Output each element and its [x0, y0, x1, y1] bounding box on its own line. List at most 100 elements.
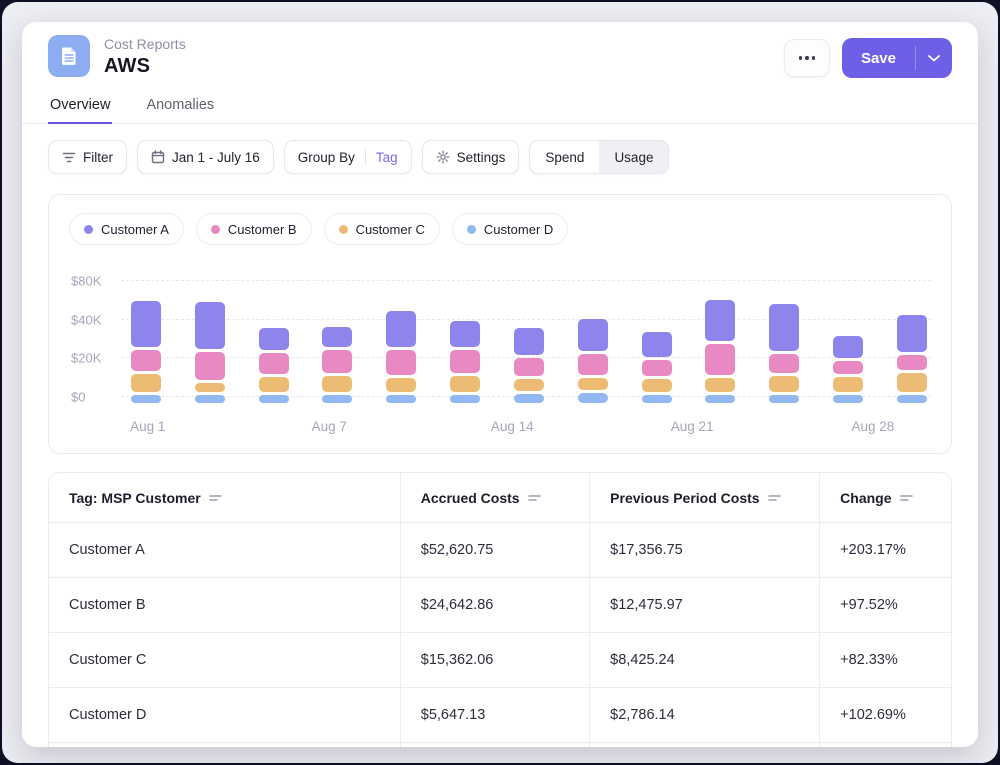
bar-segment-customer-c[interactable]	[131, 374, 161, 392]
chevron-down-icon	[928, 55, 940, 62]
bar-segment-customer-a[interactable]	[514, 328, 544, 355]
bar-segment-customer-b[interactable]	[259, 353, 289, 374]
bar-segment-customer-b[interactable]	[386, 350, 416, 375]
bar-segment-customer-b[interactable]	[769, 354, 799, 373]
date-range-button[interactable]: Jan 1 - July 16	[137, 140, 274, 174]
gear-icon	[436, 150, 450, 164]
bar-segment-customer-d[interactable]	[514, 394, 544, 403]
bar-segment-customer-b[interactable]	[450, 350, 480, 373]
cell-previous: $12,475.97	[590, 578, 820, 633]
group-by-button[interactable]: Group By Tag	[284, 140, 412, 174]
bar-segment-customer-d[interactable]	[259, 395, 289, 403]
bar-segment-customer-c[interactable]	[897, 373, 927, 392]
bar-segment-customer-a[interactable]	[259, 328, 289, 350]
bar-segment-customer-a[interactable]	[195, 302, 225, 349]
tab-overview[interactable]: Overview	[48, 91, 112, 124]
bar-segment-customer-b[interactable]	[705, 344, 735, 375]
spend-usage-toggle: Spend Usage	[529, 140, 669, 174]
cell-change: +203.17%	[820, 523, 951, 578]
bar-segment-customer-c[interactable]	[322, 376, 352, 392]
chart-bar	[386, 311, 416, 403]
plot-area	[121, 269, 931, 403]
bar-segment-customer-a[interactable]	[578, 319, 608, 351]
bar-segment-customer-b[interactable]	[833, 361, 863, 374]
bar-segment-customer-d[interactable]	[705, 395, 735, 403]
column-header-previous-period-costs[interactable]: Previous Period Costs	[590, 473, 820, 523]
bar-segment-customer-c[interactable]	[386, 378, 416, 392]
title-block: Cost Reports AWS	[104, 35, 186, 79]
bar-segment-customer-c[interactable]	[514, 379, 544, 391]
table-body: Customer A$52,620.75$17,356.75+203.17%Cu…	[49, 523, 951, 747]
header-actions: Save	[784, 35, 952, 78]
cell-accrued: $5,647.13	[401, 688, 590, 743]
table-row-customer-b[interactable]: Customer B$24,642.86$12,475.97+97.52%	[49, 578, 951, 633]
save-dropdown-button[interactable]	[916, 38, 952, 78]
table-row-empty	[49, 743, 951, 747]
table-row-customer-c[interactable]: Customer C$15,362.06$8,425.24+82.33%	[49, 633, 951, 688]
bar-segment-customer-a[interactable]	[897, 315, 927, 352]
table-row-customer-a[interactable]: Customer A$52,620.75$17,356.75+203.17%	[49, 523, 951, 578]
bar-segment-customer-d[interactable]	[897, 395, 927, 403]
bar-segment-customer-a[interactable]	[131, 301, 161, 346]
bar-segment-customer-d[interactable]	[450, 395, 480, 403]
segment-spend[interactable]: Spend	[530, 141, 599, 173]
bar-segment-customer-c[interactable]	[259, 377, 289, 392]
bar-segment-customer-d[interactable]	[131, 395, 161, 403]
bar-segment-customer-c[interactable]	[833, 377, 863, 392]
bar-segment-customer-c[interactable]	[450, 376, 480, 392]
bar-segment-customer-b[interactable]	[195, 352, 225, 380]
sort-icon	[768, 494, 781, 502]
legend-pill-customer-a[interactable]: Customer A	[69, 213, 184, 245]
bar-segment-customer-c[interactable]	[195, 383, 225, 392]
legend-pill-customer-d[interactable]: Customer D	[452, 213, 568, 245]
y-axis: $0$20K$40K$80K	[69, 269, 121, 403]
bar-segment-customer-a[interactable]	[450, 321, 480, 347]
filter-button[interactable]: Filter	[48, 140, 127, 174]
bar-segment-customer-b[interactable]	[322, 350, 352, 373]
segment-usage[interactable]: Usage	[599, 141, 668, 173]
bar-segment-customer-d[interactable]	[322, 395, 352, 403]
column-header-tag-msp-customer[interactable]: Tag: MSP Customer	[49, 473, 401, 523]
bar-segment-customer-a[interactable]	[833, 336, 863, 357]
more-options-button[interactable]	[784, 39, 830, 77]
cost-report-window: Cost Reports AWS Save Ove	[22, 22, 978, 747]
bar-segment-customer-d[interactable]	[195, 395, 225, 403]
bar-segment-customer-a[interactable]	[769, 304, 799, 350]
legend-pill-customer-c[interactable]: Customer C	[324, 213, 440, 245]
bar-segment-customer-c[interactable]	[705, 378, 735, 392]
bar-segment-customer-c[interactable]	[642, 379, 672, 392]
bar-segment-customer-b[interactable]	[642, 360, 672, 376]
tab-anomalies[interactable]: Anomalies	[144, 91, 216, 124]
bar-segment-customer-c[interactable]	[578, 378, 608, 390]
legend-pill-customer-b[interactable]: Customer B	[196, 213, 312, 245]
legend-dot	[467, 225, 476, 234]
bar-segment-customer-d[interactable]	[386, 395, 416, 403]
bars-container	[131, 269, 927, 403]
bar-segment-customer-d[interactable]	[833, 395, 863, 403]
date-range-label: Jan 1 - July 16	[172, 150, 260, 165]
ellipsis-dot	[799, 56, 803, 60]
table-row-customer-d[interactable]: Customer D$5,647.13$2,786.14+102.69%	[49, 688, 951, 743]
save-button[interactable]: Save	[842, 38, 915, 78]
settings-button[interactable]: Settings	[422, 140, 520, 174]
bar-segment-customer-d[interactable]	[642, 395, 672, 403]
bar-segment-customer-b[interactable]	[897, 355, 927, 370]
column-header-label: Previous Period Costs	[610, 490, 759, 506]
y-tick-label: $0	[71, 390, 85, 405]
bar-segment-customer-a[interactable]	[322, 327, 352, 346]
bar-segment-customer-a[interactable]	[705, 300, 735, 340]
column-header-accrued-costs[interactable]: Accrued Costs	[401, 473, 590, 523]
bar-segment-customer-b[interactable]	[514, 358, 544, 376]
bar-segment-customer-b[interactable]	[131, 350, 161, 371]
bar-segment-customer-c[interactable]	[769, 376, 799, 392]
chart-bar	[195, 302, 225, 403]
chart-bar	[514, 328, 544, 403]
bar-segment-customer-a[interactable]	[642, 332, 672, 356]
bar-segment-customer-b[interactable]	[578, 354, 608, 375]
tab-bar: Overview Anomalies	[22, 91, 978, 124]
bar-segment-customer-d[interactable]	[578, 393, 608, 403]
group-by-divider	[365, 149, 366, 165]
column-header-change[interactable]: Change	[820, 473, 951, 523]
bar-segment-customer-d[interactable]	[769, 395, 799, 403]
bar-segment-customer-a[interactable]	[386, 311, 416, 346]
